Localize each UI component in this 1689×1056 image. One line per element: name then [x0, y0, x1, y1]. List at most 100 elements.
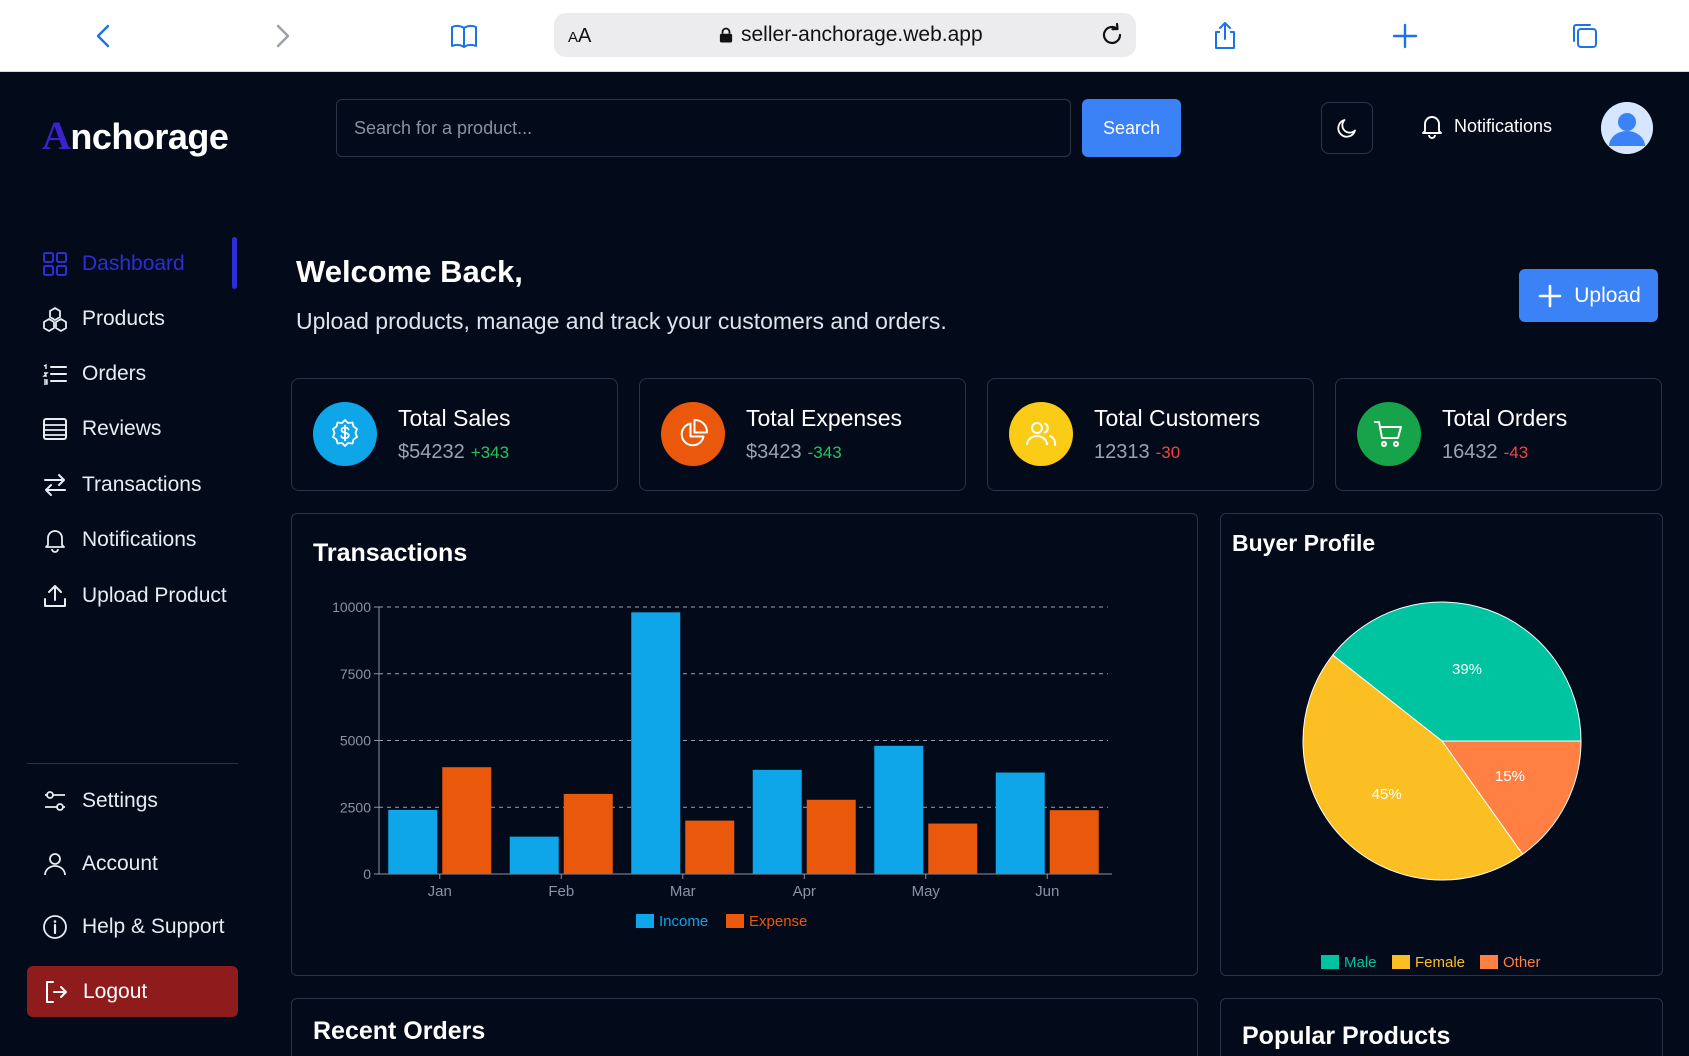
pie-slice-label: 45% — [1372, 786, 1402, 803]
brand-logo[interactable]: Anchorage — [42, 112, 229, 159]
sidebar-item-label: Help & Support — [82, 915, 225, 938]
legend-swatch — [1480, 955, 1498, 969]
bar-income — [631, 612, 681, 874]
avatar[interactable] — [1601, 102, 1653, 154]
stat-card-total-expenses: Total Expenses $3423 -343 — [639, 378, 966, 491]
bell-icon — [45, 530, 65, 553]
stat-delta: +343 — [470, 443, 510, 462]
sidebar-divider — [27, 763, 238, 764]
stat-icon-circle — [313, 402, 377, 466]
sidebar-item-label: Reviews — [82, 417, 162, 440]
users-icon — [1026, 422, 1057, 446]
bar-income — [509, 836, 559, 874]
sidebar-item-label: Settings — [82, 789, 158, 812]
lock-icon — [719, 27, 733, 42]
bar-expense — [1049, 810, 1099, 874]
buyer-profile-pie-chart: 39% 15% 45% Male Female Other — [1302, 601, 1582, 969]
cart-icon — [1374, 421, 1402, 447]
stat-title: Total Expenses — [746, 405, 902, 431]
share-icon[interactable] — [1205, 16, 1245, 56]
x-tick-label: Jun — [1035, 883, 1059, 900]
sidebar-item-label: Notifications — [82, 528, 197, 551]
address-bar[interactable]: AA seller-anchorage.web.app — [554, 13, 1136, 57]
popular-products-panel: Popular Products — [1220, 998, 1663, 1056]
x-tick-label: Mar — [670, 883, 696, 900]
sidebar-item-label: Products — [82, 307, 165, 330]
bar-expense — [442, 767, 492, 874]
x-tick-label: Apr — [793, 883, 816, 900]
y-tick-label: 0 — [363, 866, 371, 882]
stat-value: $54232 +343 — [398, 441, 510, 463]
sidebar-item-label: Dashboard — [82, 252, 185, 275]
reader-options-button[interactable]: AA — [568, 25, 591, 48]
url-text: seller-anchorage.web.app — [741, 23, 983, 46]
stat-delta: -43 — [1503, 443, 1529, 462]
transactions-title: Transactions — [313, 539, 468, 567]
table-icon — [43, 418, 67, 440]
sidebar-item-reviews[interactable]: Reviews — [42, 409, 161, 449]
stat-icon-circle — [661, 402, 725, 466]
logout-button[interactable]: Logout — [27, 966, 238, 1017]
transactions-bar-chart: 0 2500 5000 7500 10000 Jan Feb Mar Apr May Jun Inco… — [332, 599, 1112, 930]
user-icon — [44, 853, 66, 876]
sidebar-item-help-support[interactable]: Help & Support — [42, 907, 224, 947]
bar-income — [752, 769, 802, 874]
page-title: Welcome Back, — [296, 254, 523, 289]
back-icon[interactable] — [84, 16, 124, 56]
sidebar-item-products[interactable]: Products — [42, 299, 165, 339]
legend-label: Other — [1503, 954, 1541, 969]
y-tick-label: 10000 — [332, 599, 371, 615]
sliders-icon — [45, 791, 65, 811]
stat-title: Total Orders — [1442, 405, 1568, 431]
sidebar-item-label: Upload Product — [82, 584, 227, 607]
bar-income — [388, 809, 438, 874]
theme-toggle-button[interactable] — [1321, 102, 1373, 154]
stat-value: $3423 -343 — [746, 441, 842, 463]
active-indicator — [232, 237, 237, 289]
x-tick-label: Jan — [428, 883, 452, 900]
page-subtitle: Upload products, manage and track your c… — [296, 308, 947, 334]
sidebar-item-transactions[interactable]: Transactions — [42, 465, 201, 505]
tabs-overview-icon[interactable] — [1565, 16, 1605, 56]
stat-icon-circle — [1357, 402, 1421, 466]
sidebar-item-orders[interactable]: Orders — [42, 354, 146, 394]
legend-swatch — [636, 914, 654, 928]
grid-icon — [43, 252, 67, 276]
arrows-icon — [44, 474, 66, 496]
new-tab-icon[interactable] — [1385, 16, 1425, 56]
sidebar-item-settings[interactable]: Settings — [42, 781, 158, 821]
transactions-panel: Transactions 0 2500 5000 7500 10000 Jan Feb Mar… — [291, 513, 1198, 976]
url-display: seller-anchorage.web.app — [719, 23, 983, 47]
browser-toolbar: AA seller-anchorage.web.app — [0, 0, 1689, 72]
sidebar-item-upload-product[interactable]: Upload Product — [42, 576, 227, 616]
stat-value: 16432 -43 — [1442, 441, 1529, 463]
legend-swatch — [1392, 955, 1410, 969]
search-input[interactable] — [336, 99, 1071, 157]
sidebar-item-dashboard[interactable]: Dashboard — [42, 244, 185, 284]
logout-icon — [46, 980, 67, 1003]
cubes-icon — [43, 307, 67, 332]
legend-swatch — [1321, 955, 1339, 969]
reload-icon[interactable] — [1098, 21, 1126, 49]
notifications-link[interactable]: Notifications — [1418, 112, 1552, 140]
sidebar-item-notifications[interactable]: Notifications — [42, 520, 196, 560]
bar-income — [874, 745, 924, 874]
notifications-label: Notifications — [1454, 115, 1553, 136]
forward-icon[interactable] — [262, 16, 302, 56]
bar-expense — [685, 820, 735, 874]
legend-swatch — [726, 914, 744, 928]
info-icon — [43, 915, 67, 939]
sidebar-item-label: Transactions — [82, 473, 202, 496]
bookmarks-icon[interactable] — [444, 16, 484, 56]
stat-card-total-orders: Total Orders 16432 -43 — [1335, 378, 1662, 491]
stat-card-total-sales: Total Sales $54232 +343 — [291, 378, 618, 491]
search-button[interactable]: Search — [1082, 99, 1181, 157]
upload-label: Upload — [1574, 283, 1641, 307]
legend-label: Expense — [749, 913, 807, 930]
x-tick-label: May — [912, 883, 941, 900]
buyer-profile-panel: Buyer Profile 39% 15% 45% Male Female Other — [1220, 513, 1663, 976]
upload-icon — [44, 585, 66, 607]
sidebar-item-account[interactable]: Account — [42, 844, 158, 884]
buyer-profile-title: Buyer Profile — [1232, 530, 1376, 556]
upload-button[interactable]: Upload — [1519, 269, 1658, 322]
